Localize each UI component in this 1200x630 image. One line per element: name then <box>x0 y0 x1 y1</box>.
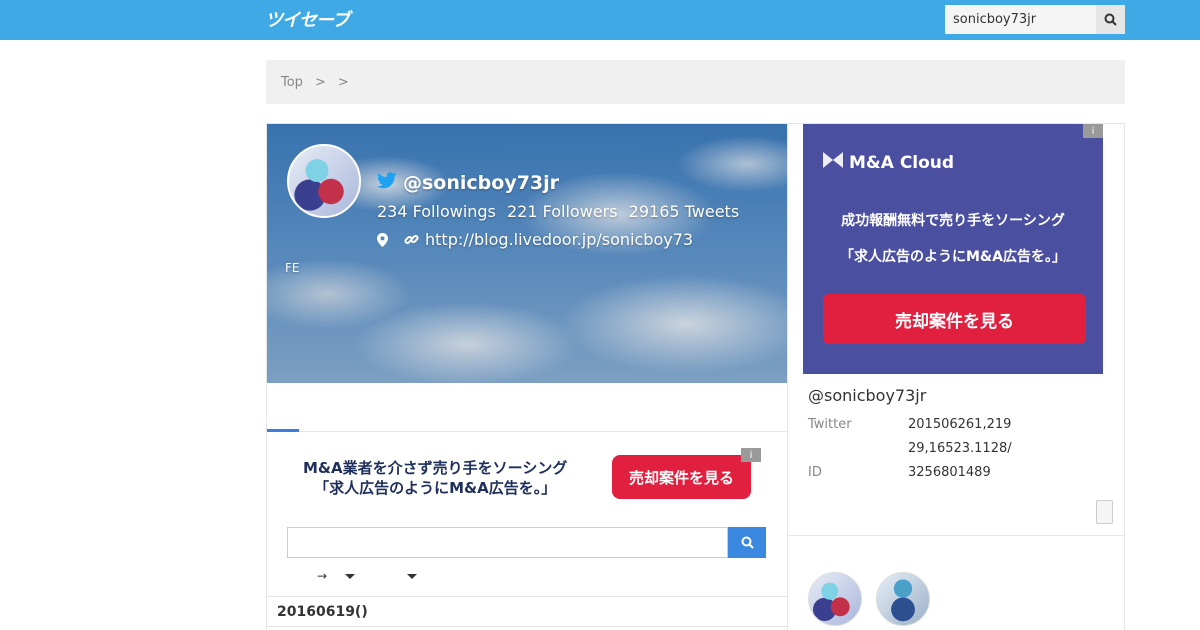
breadcrumb-separator: > <box>337 74 349 90</box>
header-search <box>945 5 1125 34</box>
location-pin-icon <box>377 232 388 247</box>
twitter-bird-icon <box>377 172 397 194</box>
sidebar-handle: @sonicboy73jr <box>808 386 927 405</box>
top-header: ツイセーブ <box>0 0 1200 40</box>
info-value: 201506261,219 <box>908 416 1012 432</box>
inline-ad-cta-button[interactable]: 売却案件を見る <box>612 455 751 499</box>
tab-active-indicator[interactable] <box>267 429 299 432</box>
search-icon <box>1104 13 1117 26</box>
timeline-filters: → <box>317 569 418 583</box>
breadcrumb: Top > > <box>266 60 1125 104</box>
info-key: ID <box>808 464 822 480</box>
timeline-search-button[interactable] <box>728 527 766 558</box>
sidebar-ad[interactable]: M&A Cloud 成功報酬無料で売り手をソーシング 「求人広告のようにM&A広… <box>803 124 1103 374</box>
ad-brand: M&A Cloud <box>823 152 954 173</box>
timeline-tabs <box>267 383 787 432</box>
inline-ad-banner[interactable]: M&A業者を介さず売り手をソーシング 「求人広告のようにM&A広告を。」 売却案… <box>267 434 787 524</box>
account-info-table: Twitter 201506261,219 29,16523.1128/ ID … <box>808 412 1012 484</box>
search-icon <box>741 536 754 549</box>
followings-count[interactable]: 234 Followings <box>377 202 496 221</box>
related-account-avatar[interactable] <box>876 572 930 626</box>
info-value: 3256801489 <box>908 464 991 480</box>
sidebar: M&A Cloud 成功報酬無料で売り手をソーシング 「求人広告のようにM&A広… <box>788 123 1125 630</box>
sidebar-ad-cta-button[interactable]: 売却案件を見る <box>823 294 1086 344</box>
profile-handle[interactable]: @sonicboy73jr <box>377 172 559 194</box>
timeline-search-input[interactable] <box>287 527 728 558</box>
divider <box>788 535 1125 536</box>
breadcrumb-separator: > <box>314 74 326 90</box>
sidebar-small-button[interactable] <box>1096 500 1113 524</box>
link-icon <box>404 232 419 247</box>
timeline-date-header: 20160619() <box>267 596 787 627</box>
info-row: ID 3256801489 <box>808 460 1012 484</box>
related-account-avatar[interactable] <box>808 572 862 626</box>
main-column: @sonicboy73jr 234 Followings 221 Followe… <box>266 123 788 630</box>
followers-count[interactable]: 221 Followers <box>507 202 618 221</box>
profile-links: http://blog.livedoor.jp/sonicboy73 <box>377 230 693 249</box>
inline-ad-line2: 「求人広告のようにM&A広告を。」 <box>314 479 557 497</box>
header-search-input[interactable] <box>945 5 1096 34</box>
sidebar-ad-line2: 「求人広告のようにM&A広告を。」 <box>840 249 1066 265</box>
inline-ad-line1: M&A業者を介さず売り手をソーシング <box>303 459 568 477</box>
filter-dropdown-2-caret-icon[interactable] <box>407 573 418 579</box>
profile-bio: FE <box>285 261 300 275</box>
ad-brand-text: M&A Cloud <box>849 152 955 173</box>
tweets-count[interactable]: 29165 Tweets <box>629 202 740 221</box>
avatar[interactable] <box>287 144 361 218</box>
profile-stats: 234 Followings 221 Followers 29165 Tweet… <box>377 202 745 221</box>
ad-info-icon[interactable]: i <box>741 448 761 462</box>
profile-handle-text: @sonicboy73jr <box>403 172 560 194</box>
profile-cover: @sonicboy73jr 234 Followings 221 Followe… <box>267 124 787 383</box>
ma-cloud-logo-icon <box>823 152 843 173</box>
info-row: 29,16523.1128/ <box>808 436 1012 460</box>
ad-info-icon[interactable]: i <box>1083 124 1103 138</box>
profile-url[interactable]: http://blog.livedoor.jp/sonicboy73 <box>425 230 693 249</box>
timeline-search <box>287 527 766 558</box>
info-value: 29,16523.1128/ <box>908 440 1012 456</box>
header-search-button[interactable] <box>1096 5 1125 34</box>
filter-dropdown-1-caret-icon[interactable] <box>345 573 356 579</box>
inline-ad-text: M&A業者を介さず売り手をソーシング 「求人広告のようにM&A広告を。」 <box>303 458 567 498</box>
info-row: Twitter 201506261,219 <box>808 412 1012 436</box>
breadcrumb-top[interactable]: Top <box>281 75 303 90</box>
sidebar-ad-line1: 成功報酬無料で売り手をソーシング <box>841 213 1065 229</box>
site-logo[interactable]: ツイセーブ <box>265 7 350 31</box>
sort-arrow[interactable]: → <box>317 569 327 583</box>
info-key: Twitter <box>808 416 852 432</box>
